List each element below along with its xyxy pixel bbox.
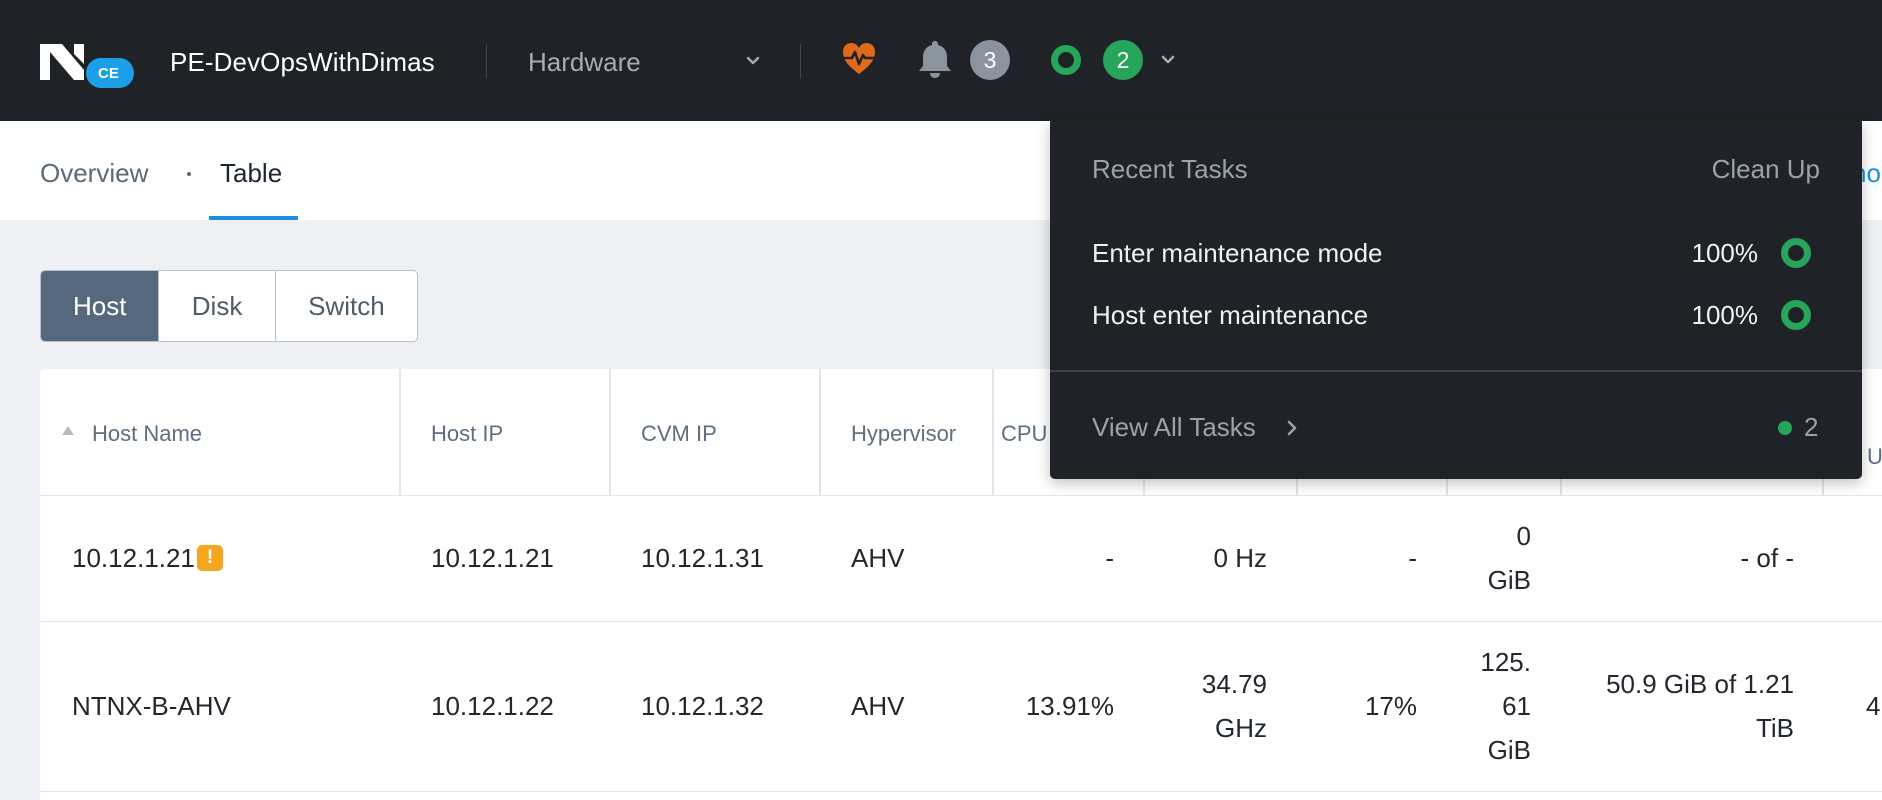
- column-header-hypervisor[interactable]: Hypervisor: [851, 420, 956, 448]
- task-status-icon[interactable]: [1050, 44, 1082, 76]
- table-row[interactable]: 10.12.1.21 ! 10.12.1.21 10.12.1.31 AHV -…: [40, 495, 1882, 622]
- main-menu-selected: Hardware: [528, 47, 641, 77]
- switch-toggle-button[interactable]: Switch: [276, 271, 417, 341]
- cpu-capacity-cell: 0 Hz: [1213, 543, 1267, 573]
- warning-icon[interactable]: !: [197, 545, 223, 571]
- storage-cell: 50.9 GiB of 1.21: [1606, 669, 1794, 699]
- storage-cell: - of -: [1740, 543, 1794, 573]
- task-success-icon: [1781, 238, 1811, 268]
- view-all-tasks-link[interactable]: View All Tasks: [1092, 411, 1256, 443]
- host-toggle-button[interactable]: Host: [41, 271, 160, 341]
- main-menu-dropdown[interactable]: Hardware: [528, 46, 768, 80]
- active-tab-indicator: [209, 216, 298, 220]
- truncated-cell: 4: [1866, 691, 1881, 721]
- tab-separator-dot: [187, 172, 191, 176]
- cpu-usage-cell: -: [1105, 543, 1114, 573]
- column-header-cpu[interactable]: CPU: [1001, 420, 1047, 448]
- cpu-capacity-cell: 34.79: [1201, 669, 1267, 699]
- memory-usage-cell: 17%: [1364, 691, 1417, 721]
- host-ip-cell: 10.12.1.22: [431, 691, 554, 721]
- cluster-name[interactable]: PE-DevOpsWithDimas: [170, 46, 435, 78]
- task-count-badge[interactable]: 2: [1103, 40, 1143, 80]
- warning-glyph: !: [206, 547, 214, 568]
- task-item[interactable]: Host enter maintenance 100%: [1050, 291, 1862, 341]
- recent-tasks-title: Recent Tasks: [1092, 154, 1248, 184]
- bell-icon[interactable]: [915, 38, 955, 80]
- header-divider: [486, 44, 487, 78]
- task-name: Host enter maintenance: [1092, 300, 1369, 330]
- cvm-ip-cell: 10.12.1.31: [641, 543, 764, 573]
- memory-capacity-cell: GiB: [1487, 565, 1531, 595]
- tab-overview[interactable]: Overview: [40, 157, 148, 189]
- cpu-capacity-cell: GHz: [1215, 713, 1267, 743]
- entity-type-toggle: Host Disk Switch: [40, 270, 418, 342]
- chevron-right-icon[interactable]: [1286, 419, 1298, 437]
- column-header-cvm-ip[interactable]: CVM IP: [641, 420, 717, 448]
- memory-capacity-cell: 61: [1502, 691, 1531, 721]
- column-header-host-name[interactable]: Host Name: [92, 420, 202, 448]
- cvm-ip-cell: 10.12.1.32: [641, 691, 764, 721]
- chevron-down-icon[interactable]: [1158, 52, 1178, 68]
- memory-capacity-cell: 125.: [1480, 647, 1531, 677]
- column-divider: [399, 369, 401, 495]
- alert-count-badge[interactable]: 3: [970, 40, 1010, 80]
- nutanix-logo[interactable]: CE: [40, 44, 134, 88]
- chevron-down-icon: [746, 56, 760, 65]
- top-navigation-bar: CE PE-DevOpsWithDimas Hardware 3 2: [0, 0, 1882, 121]
- storage-cell: TiB: [1755, 713, 1794, 743]
- health-heartbeat-icon[interactable]: [840, 40, 878, 78]
- dropdown-divider: [1050, 370, 1862, 372]
- host-ip-cell: 10.12.1.21: [431, 543, 554, 573]
- column-header-truncated[interactable]: U: [1867, 443, 1882, 471]
- task-item[interactable]: Enter maintenance mode 100%: [1050, 229, 1862, 279]
- column-divider: [609, 369, 611, 495]
- logo-badge-text: CE: [98, 65, 119, 82]
- host-name-cell[interactable]: 10.12.1.21: [72, 536, 195, 580]
- memory-usage-cell: -: [1408, 543, 1417, 573]
- memory-capacity-cell: 0: [1516, 521, 1531, 551]
- running-tasks-dot-icon: [1778, 421, 1792, 435]
- table-row[interactable]: NTNX-B-AHV 10.12.1.22 10.12.1.32 AHV 13.…: [40, 621, 1882, 792]
- task-success-icon: [1781, 300, 1811, 330]
- task-percent: 100%: [1691, 300, 1759, 330]
- column-divider: [819, 369, 821, 495]
- task-name: Enter maintenance mode: [1092, 238, 1383, 268]
- header-divider: [800, 44, 801, 78]
- running-tasks-count: 2: [1804, 412, 1819, 442]
- memory-capacity-cell: GiB: [1487, 735, 1531, 765]
- column-divider: [992, 369, 994, 495]
- recent-tasks-dropdown: Recent Tasks Clean Up Enter maintenance …: [1050, 121, 1862, 479]
- tab-table[interactable]: Table: [220, 157, 282, 189]
- clean-up-button[interactable]: Clean Up: [1712, 153, 1820, 185]
- disk-toggle-button[interactable]: Disk: [159, 271, 276, 341]
- column-header-host-ip[interactable]: Host IP: [431, 420, 503, 448]
- task-percent: 100%: [1691, 238, 1759, 268]
- host-name-cell[interactable]: NTNX-B-AHV: [72, 684, 231, 728]
- sort-ascending-icon[interactable]: [62, 426, 74, 435]
- hypervisor-cell: AHV: [851, 691, 905, 721]
- hypervisor-cell: AHV: [851, 543, 905, 573]
- cpu-usage-cell: 13.91%: [1025, 691, 1114, 721]
